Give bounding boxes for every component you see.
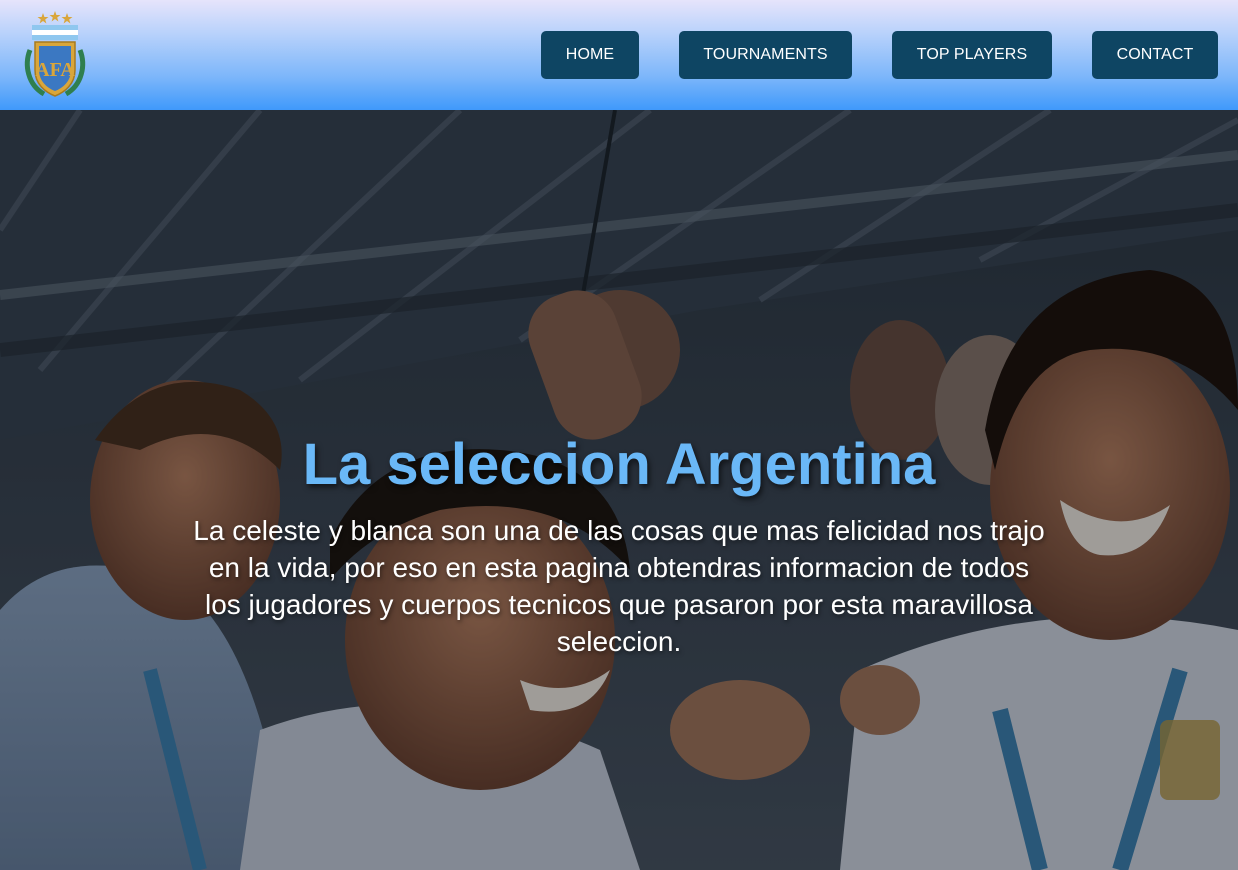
- nav-home-button[interactable]: HOME: [541, 31, 639, 79]
- hero-section: La seleccion Argentina La celeste y blan…: [0, 110, 1238, 870]
- nav-tournaments-button[interactable]: TOURNAMENTS: [679, 31, 852, 79]
- main-nav: HOME TOURNAMENTS TOP PLAYERS CONTACT: [0, 31, 1238, 79]
- hero-description: La celeste y blanca son una de las cosas…: [193, 515, 1045, 657]
- nav-top-players-button[interactable]: TOP PLAYERS: [892, 31, 1052, 79]
- hero-title: La seleccion Argentina: [302, 432, 936, 497]
- nav-contact-button[interactable]: CONTACT: [1092, 31, 1218, 79]
- site-header: AFA HOME TOURNAMENTS TOP PLAYERS CONTACT: [0, 0, 1238, 110]
